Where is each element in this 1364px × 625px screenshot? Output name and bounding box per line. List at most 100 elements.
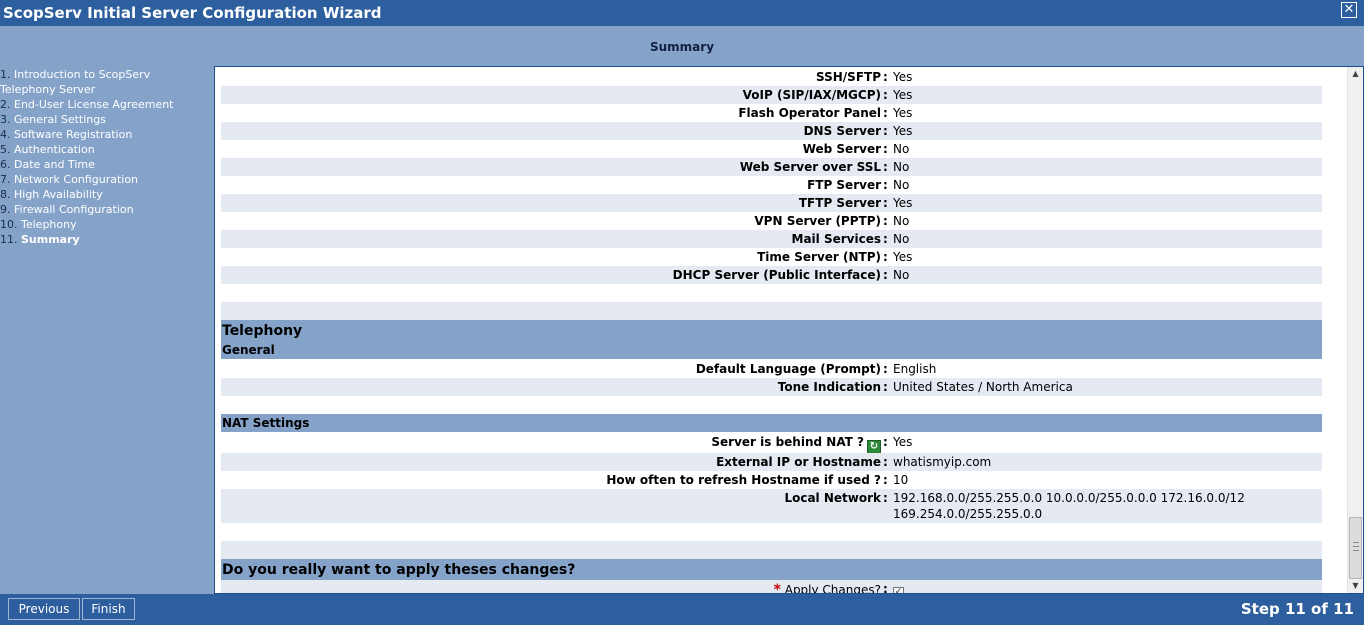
row-key: Time Server (NTP)	[757, 250, 881, 264]
row-value: Yes	[893, 106, 913, 120]
summary-row-tone: Tone Indication : United States / North …	[221, 378, 1322, 396]
vertical-scrollbar[interactable]: ▲ ▼	[1347, 67, 1363, 593]
row-key: Tone Indication	[777, 380, 881, 394]
summary-row-vpn: VPN Server (PPTP) : No	[221, 212, 1322, 230]
scroll-down-icon[interactable]: ▼	[1348, 579, 1363, 593]
row-separator: :	[883, 196, 888, 210]
row-key: Mail Services	[791, 232, 881, 246]
close-icon[interactable]: ✕	[1341, 2, 1357, 18]
step-label[interactable]: End-User License Agreement	[14, 98, 174, 111]
scroll-up-icon[interactable]: ▲	[1348, 67, 1363, 81]
row-separator: :	[883, 582, 888, 594]
sidebar-step-1[interactable]: 1. Introduction to ScopServ	[0, 68, 150, 81]
row-separator: :	[883, 491, 888, 505]
row-value: No	[893, 214, 910, 228]
row-value-continued: 169.254.0.0/255.255.0.0	[893, 507, 1043, 521]
step-label[interactable]: Software Registration	[14, 128, 132, 141]
row-value: 192.168.0.0/255.255.0.0 10.0.0.0/255.0.0…	[893, 491, 1245, 505]
sidebar-step-1-continued[interactable]: Telephony Server	[0, 83, 95, 96]
row-value: Yes	[893, 196, 913, 210]
wizard-steps-sidebar: 1. Introduction to ScopServ Telephony Se…	[0, 66, 214, 594]
row-value: ✓	[893, 582, 904, 593]
row-value: No	[893, 160, 910, 174]
sidebar-step-8[interactable]: 8. High Availability	[0, 188, 103, 201]
page-header: Summary	[0, 26, 1364, 67]
finish-button[interactable]: Finish	[82, 598, 135, 620]
sidebar-step-4[interactable]: 4. Software Registration	[0, 128, 132, 141]
footer-bar: Previous Finish Step 11 of 11	[0, 594, 1364, 625]
row-value: Yes	[893, 124, 913, 138]
sidebar-step-11[interactable]: 11. Summary	[0, 233, 80, 246]
subsection-heading-nat: NAT Settings	[221, 414, 1322, 432]
summary-row-voip: VoIP (SIP/IAX/MGCP) : Yes	[221, 86, 1322, 104]
section-heading-telephony: Telephony	[221, 320, 1322, 341]
row-key: TFTP Server	[798, 196, 881, 210]
row-separator: :	[883, 268, 888, 282]
section-title: Do you really want to apply theses chang…	[222, 562, 576, 578]
row-separator: :	[883, 178, 888, 192]
row-separator: :	[883, 435, 888, 449]
step-label[interactable]: Network Configuration	[14, 173, 138, 186]
row-separator: :	[883, 250, 888, 264]
row-key: SSH/SFTP	[816, 70, 881, 84]
step-label[interactable]: Date and Time	[14, 158, 95, 171]
subsection-title: General	[222, 343, 275, 357]
summary-row-web-ssl: Web Server over SSL : No	[221, 158, 1322, 176]
row-key: VoIP (SIP/IAX/MGCP)	[742, 88, 881, 102]
sidebar-step-6[interactable]: 6. Date and Time	[0, 158, 95, 171]
summary-row-apply: * Apply Changes? : ✓	[221, 580, 1322, 594]
step-number: 11.	[0, 233, 18, 246]
step-label[interactable]: Introduction to ScopServ	[14, 68, 150, 81]
scrollbar-thumb[interactable]	[1349, 517, 1362, 579]
sidebar-step-7[interactable]: 7. Network Configuration	[0, 173, 138, 186]
step-number: 1.	[0, 68, 11, 81]
row-separator: :	[883, 380, 888, 394]
row-separator: :	[883, 88, 888, 102]
refresh-icon[interactable]: ↻	[867, 440, 881, 454]
spacer-row	[221, 302, 1322, 320]
row-separator: :	[883, 106, 888, 120]
subsection-heading-general: General	[221, 341, 1322, 359]
sidebar-step-3[interactable]: 3. General Settings	[0, 113, 106, 126]
row-value: Yes	[893, 435, 913, 449]
row-separator: :	[883, 70, 888, 84]
step-indicator: Step 11 of 11	[1240, 600, 1354, 618]
summary-row-mail: Mail Services : No	[221, 230, 1322, 248]
row-key: Server is behind NAT ? ↻	[221, 435, 881, 454]
step-label[interactable]: Firewall Configuration	[14, 203, 134, 216]
row-key: Flash Operator Panel	[738, 106, 881, 120]
previous-button[interactable]: Previous	[8, 598, 80, 620]
step-label[interactable]: High Availability	[14, 188, 103, 201]
step-number: 2.	[0, 98, 11, 111]
sidebar-step-9[interactable]: 9. Firewall Configuration	[0, 203, 134, 216]
row-key: Web Server	[802, 142, 881, 156]
sidebar-step-2[interactable]: 2. End-User License Agreement	[0, 98, 174, 111]
row-value: whatismyip.com	[893, 455, 992, 469]
row-value: No	[893, 232, 910, 246]
row-separator: :	[883, 124, 888, 138]
row-key: FTP Server	[807, 178, 881, 192]
step-number: 9.	[0, 203, 11, 216]
apply-changes-checkbox[interactable]: ✓	[893, 587, 904, 593]
window-title: ScopServ Initial Server Configuration Wi…	[3, 4, 382, 22]
summary-row-dhcp: DHCP Server (Public Interface) : No	[221, 266, 1322, 284]
step-label[interactable]: General Settings	[14, 113, 106, 126]
sidebar-step-10[interactable]: 10. Telephony	[0, 218, 77, 231]
summary-row-refresh-interval: How often to refresh Hostname if used ? …	[221, 471, 1322, 489]
row-separator: :	[883, 214, 888, 228]
row-separator: :	[883, 232, 888, 246]
step-number: 5.	[0, 143, 11, 156]
step-label[interactable]: Summary	[21, 233, 80, 246]
summary-row-dns: DNS Server : Yes	[221, 122, 1322, 140]
summary-row-ssh: SSH/SFTP : Yes	[221, 68, 1322, 86]
step-label-continued[interactable]: Telephony Server	[0, 83, 95, 96]
step-label[interactable]: Authentication	[14, 143, 95, 156]
step-label[interactable]: Telephony	[21, 218, 77, 231]
row-value: English	[893, 362, 937, 376]
row-separator: :	[883, 160, 888, 174]
required-mark: *	[773, 582, 781, 594]
summary-panel: SSH/SFTP : Yes VoIP (SIP/IAX/MGCP) : Yes…	[214, 66, 1364, 594]
spacer-row	[221, 541, 1322, 559]
sidebar-step-5[interactable]: 5. Authentication	[0, 143, 95, 156]
summary-row-tftp: TFTP Server : Yes	[221, 194, 1322, 212]
